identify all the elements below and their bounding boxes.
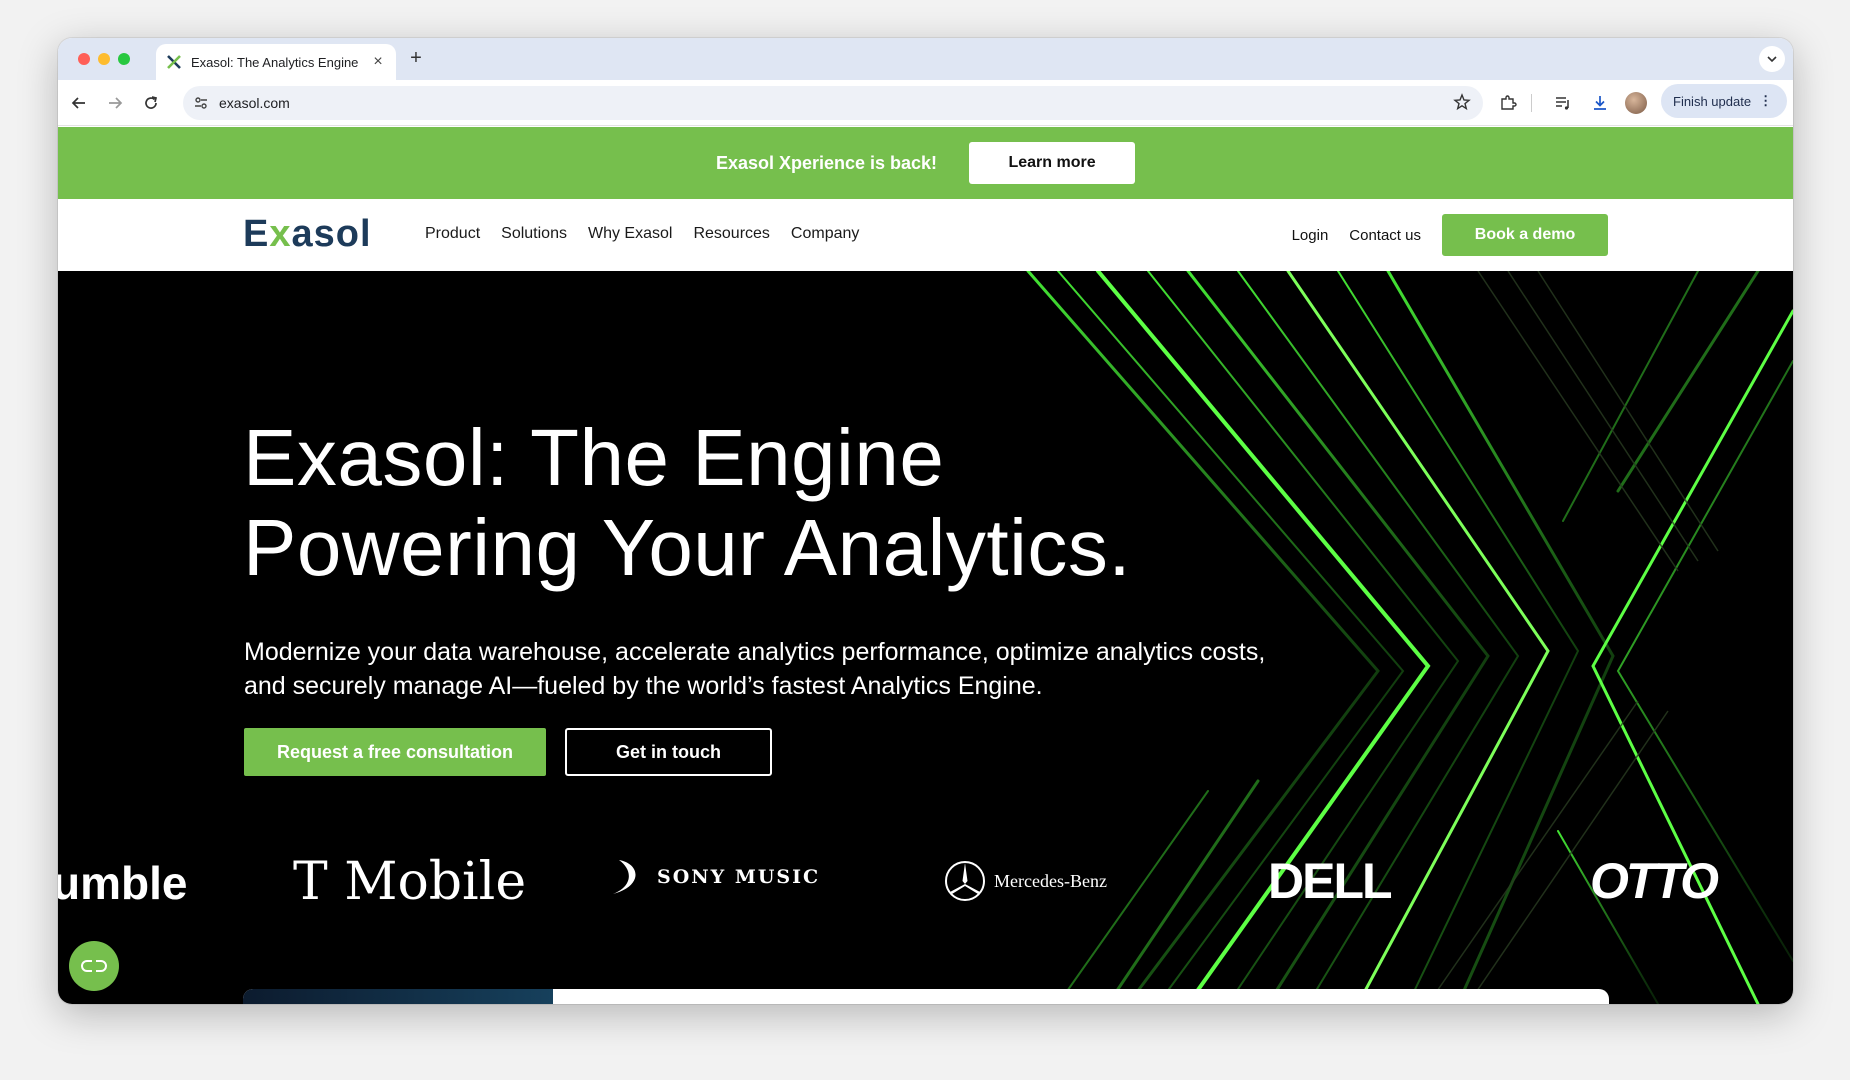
tmobile-logo: T Mobile — [293, 852, 527, 912]
extensions-button[interactable] — [1495, 90, 1521, 116]
arrow-left-icon — [71, 97, 85, 109]
page-viewport: Exasol Xperience is back! Learn more Exa… — [58, 127, 1793, 1004]
dell-logo: DELL — [1268, 853, 1393, 909]
tab-search-button[interactable] — [1759, 46, 1785, 72]
banner-text: Exasol Xperience is back! — [715, 152, 938, 173]
exasol-logo[interactable]: Exasol — [243, 213, 372, 256]
mercedes-star-icon — [945, 861, 985, 901]
menu-item-why-exasol[interactable]: Why Exasol — [588, 225, 672, 243]
otto-logo: OTTO — [1590, 853, 1719, 909]
learn-more-button[interactable]: Learn more — [969, 142, 1136, 184]
menu-item-solutions[interactable]: Solutions — [501, 225, 567, 243]
hero-title: Exasol: The Engine Powering Your Analyti… — [243, 413, 1343, 593]
login-link[interactable]: Login — [1292, 227, 1329, 244]
minimize-window-button[interactable] — [98, 53, 110, 65]
site-navigation: Exasol Product Solutions Why Exasol Reso… — [58, 199, 1793, 271]
finish-update-button[interactable]: Finish update ⋮ — [1661, 84, 1787, 118]
tab-bar: Exasol: The Analytics Engine × + — [58, 38, 1793, 80]
chat-link-icon — [81, 960, 107, 972]
mercedes-benz-logo: Mercedes-Benz — [944, 860, 1107, 902]
sony-music-symbol-icon — [613, 860, 636, 894]
close-window-button[interactable] — [78, 53, 90, 65]
menu-item-product[interactable]: Product — [425, 225, 480, 243]
request-consultation-button[interactable]: Request a free consultation — [244, 728, 546, 776]
announcement-banner: Exasol Xperience is back! Learn more — [58, 127, 1793, 199]
queue-music-icon — [1556, 97, 1569, 110]
content-card-preview — [243, 989, 1609, 1004]
book-demo-button[interactable]: Book a demo — [1442, 214, 1608, 256]
hero-title-line-2: Powering Your Analytics. — [243, 503, 1132, 592]
contact-us-link[interactable]: Contact us — [1349, 227, 1421, 244]
reload-icon — [145, 96, 158, 109]
puzzle-icon — [1501, 95, 1517, 110]
exasol-favicon-icon — [167, 55, 181, 69]
card-image — [243, 989, 553, 1004]
bumble-logo: umble — [58, 857, 188, 909]
arrow-right-icon — [109, 97, 123, 109]
url-text: exasol.com — [219, 95, 290, 111]
forward-button[interactable] — [102, 90, 128, 116]
chat-widget-button[interactable] — [69, 941, 119, 991]
chevron-down-icon — [1767, 56, 1777, 63]
downloads-button[interactable] — [1587, 90, 1613, 116]
get-in-touch-button[interactable]: Get in touch — [565, 728, 772, 776]
download-icon — [1594, 96, 1606, 110]
mercedes-benz-text: Mercedes-Benz — [994, 870, 1107, 891]
zoom-window-button[interactable] — [118, 53, 130, 65]
active-tab[interactable]: Exasol: The Analytics Engine × — [156, 44, 396, 80]
window-controls — [78, 53, 130, 65]
toolbar-divider — [1531, 94, 1532, 112]
browser-window: Exasol: The Analytics Engine × + exasol.… — [58, 38, 1793, 1004]
address-bar[interactable]: exasol.com — [183, 86, 1483, 120]
new-tab-button[interactable]: + — [404, 47, 428, 70]
profile-avatar[interactable] — [1625, 92, 1647, 114]
back-button[interactable] — [66, 90, 92, 116]
tab-title: Exasol: The Analytics Engine — [191, 54, 359, 70]
media-controls-button[interactable] — [1550, 90, 1576, 116]
main-menu: Product Solutions Why Exasol Resources C… — [425, 225, 859, 243]
sony-music-logo: SONY MUSIC — [607, 856, 820, 898]
client-logo-strip: umble T Mobile SONY MUSIC Mercedes-Benz … — [58, 846, 1793, 926]
menu-item-company[interactable]: Company — [791, 225, 859, 243]
site-settings-icon[interactable] — [193, 95, 209, 111]
hero-title-line-1: Exasol: The Engine — [243, 413, 945, 502]
bookmark-star-icon[interactable] — [1453, 93, 1471, 111]
hero-subtitle: Modernize your data warehouse, accelerat… — [244, 638, 1266, 700]
more-vert-icon: ⋮ — [1759, 93, 1773, 108]
browser-toolbar: exasol.com Finish update ⋮ — [58, 80, 1793, 126]
finish-update-label: Finish update — [1673, 93, 1752, 109]
reload-button[interactable] — [138, 90, 164, 116]
hero-section: Exasol: The Engine Powering Your Analyti… — [58, 271, 1793, 1004]
account-nav: Login Contact us Book a demo — [1292, 214, 1608, 256]
sony-music-text: SONY MUSIC — [657, 866, 821, 888]
menu-item-resources[interactable]: Resources — [693, 225, 769, 243]
tab-close-icon[interactable]: × — [370, 53, 386, 71]
